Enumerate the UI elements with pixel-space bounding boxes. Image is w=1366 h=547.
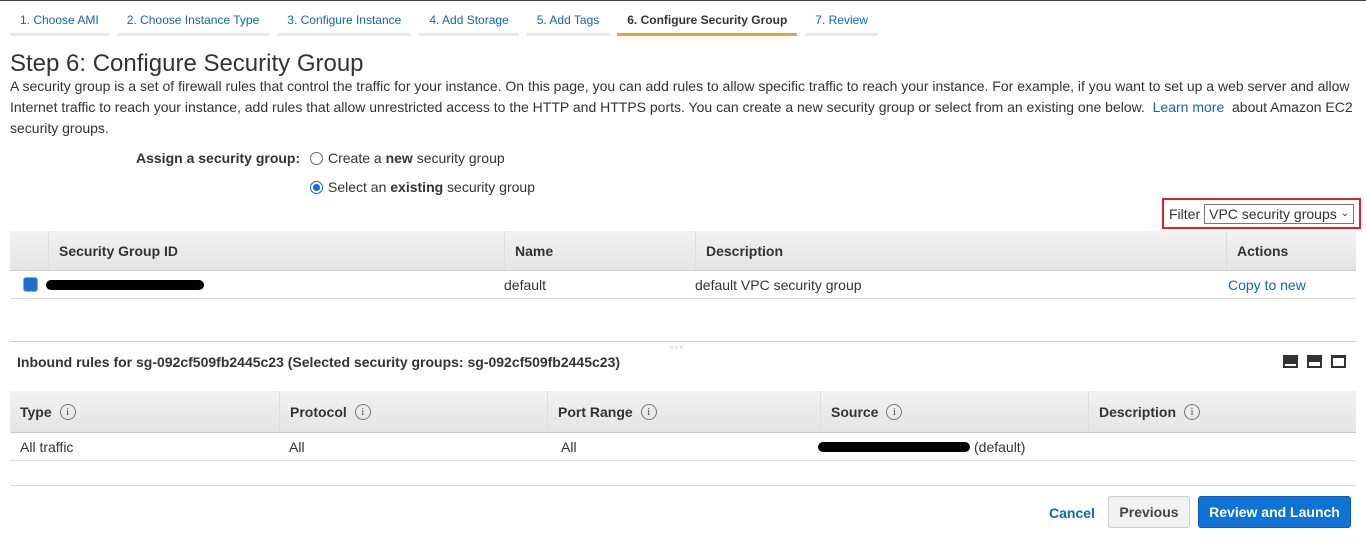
previous-button[interactable]: Previous bbox=[1108, 496, 1190, 528]
panel-half-icon[interactable] bbox=[1307, 355, 1322, 368]
cancel-button[interactable]: Cancel bbox=[1042, 497, 1102, 529]
rule-protocol: All bbox=[289, 438, 305, 455]
chevron-down-icon: ⌄ bbox=[1340, 208, 1350, 219]
description-text: A security group is a set of firewall ru… bbox=[10, 78, 1350, 115]
col-actions: Actions bbox=[1226, 231, 1288, 270]
col-source: Source i bbox=[820, 391, 903, 432]
radio-label: Create a new security group bbox=[328, 150, 505, 166]
filter-select[interactable]: VPC security groups ⌄ bbox=[1204, 203, 1355, 224]
col-protocol: Protocol i bbox=[279, 391, 371, 432]
learn-more-link[interactable]: Learn more bbox=[1153, 99, 1225, 115]
assign-label: Assign a security group: bbox=[136, 150, 301, 166]
filter-label: Filter bbox=[1169, 205, 1201, 222]
page-title: Step 6: Configure Security Group bbox=[10, 50, 364, 77]
sg-description: default VPC security group bbox=[695, 276, 862, 293]
drag-handle-icon[interactable]: ▫▫▫ bbox=[670, 343, 685, 352]
col-port-range: Port Range i bbox=[547, 391, 657, 432]
inbound-table-header: Type i Protocol i Port Range i Source i Desc… bbox=[10, 391, 1356, 433]
tab-configure-security-group[interactable]: 6. Configure Security Group bbox=[617, 8, 798, 36]
filter-value: VPC security groups bbox=[1209, 205, 1337, 222]
radio-select-existing[interactable]: Select an existing security group bbox=[310, 179, 535, 195]
redacted-source bbox=[818, 441, 970, 452]
radio-button[interactable] bbox=[310, 180, 323, 194]
tab-choose-ami[interactable]: 1. Choose AMI bbox=[10, 8, 109, 36]
info-icon[interactable]: i bbox=[59, 403, 76, 420]
col-description[interactable]: Description bbox=[695, 231, 783, 270]
tab-review[interactable]: 7. Review bbox=[805, 8, 878, 36]
copy-to-new-link[interactable]: Copy to new bbox=[1228, 271, 1306, 298]
radio-create-new[interactable]: Create a new security group bbox=[310, 150, 505, 166]
inbound-heading: Inbound rules for sg-092cf509fb2445c23 (… bbox=[17, 354, 621, 370]
info-icon[interactable]: i bbox=[886, 403, 903, 420]
row-checkbox[interactable] bbox=[23, 277, 38, 292]
rule-source-suffix: (default) bbox=[974, 438, 1026, 455]
page-description: A security group is a set of firewall ru… bbox=[10, 76, 1360, 139]
review-and-launch-button[interactable]: Review and Launch bbox=[1198, 496, 1351, 528]
info-icon[interactable]: i bbox=[640, 403, 657, 420]
top-border bbox=[0, 0, 1366, 1]
table-row[interactable]: default default VPC security group Copy … bbox=[10, 271, 1356, 299]
inbound-row: All traffic All All (default) bbox=[10, 433, 1356, 461]
info-icon[interactable]: i bbox=[1184, 403, 1201, 420]
col-sg-id[interactable]: Security Group ID bbox=[48, 231, 178, 270]
footer-divider bbox=[10, 485, 1356, 486]
tab-add-storage[interactable]: 4. Add Storage bbox=[419, 8, 519, 36]
sg-name: default bbox=[504, 276, 547, 293]
wizard-steps: 1. Choose AMI 2. Choose Instance Type 3.… bbox=[10, 8, 878, 36]
tab-choose-instance-type[interactable]: 2. Choose Instance Type bbox=[116, 8, 270, 36]
col-description: Description i bbox=[1088, 391, 1201, 432]
info-icon[interactable]: i bbox=[354, 403, 371, 420]
panel-min-icon[interactable] bbox=[1283, 355, 1298, 368]
filter-area: Filter VPC security groups ⌄ bbox=[1162, 198, 1361, 229]
splitter[interactable] bbox=[10, 341, 1356, 342]
rule-type: All traffic bbox=[20, 438, 74, 455]
radio-button[interactable] bbox=[310, 151, 323, 165]
tab-add-tags[interactable]: 5. Add Tags bbox=[526, 8, 610, 36]
radio-label: Select an existing security group bbox=[328, 179, 535, 195]
col-name[interactable]: Name bbox=[504, 231, 553, 270]
rule-port: All bbox=[561, 438, 577, 455]
col-type: Type i bbox=[10, 391, 76, 432]
tab-configure-instance[interactable]: 3. Configure Instance bbox=[277, 8, 412, 36]
panel-max-icon[interactable] bbox=[1331, 355, 1346, 368]
sg-table-header: Security Group ID Name Description Actio… bbox=[10, 231, 1356, 271]
redacted-sg-id bbox=[46, 279, 204, 290]
